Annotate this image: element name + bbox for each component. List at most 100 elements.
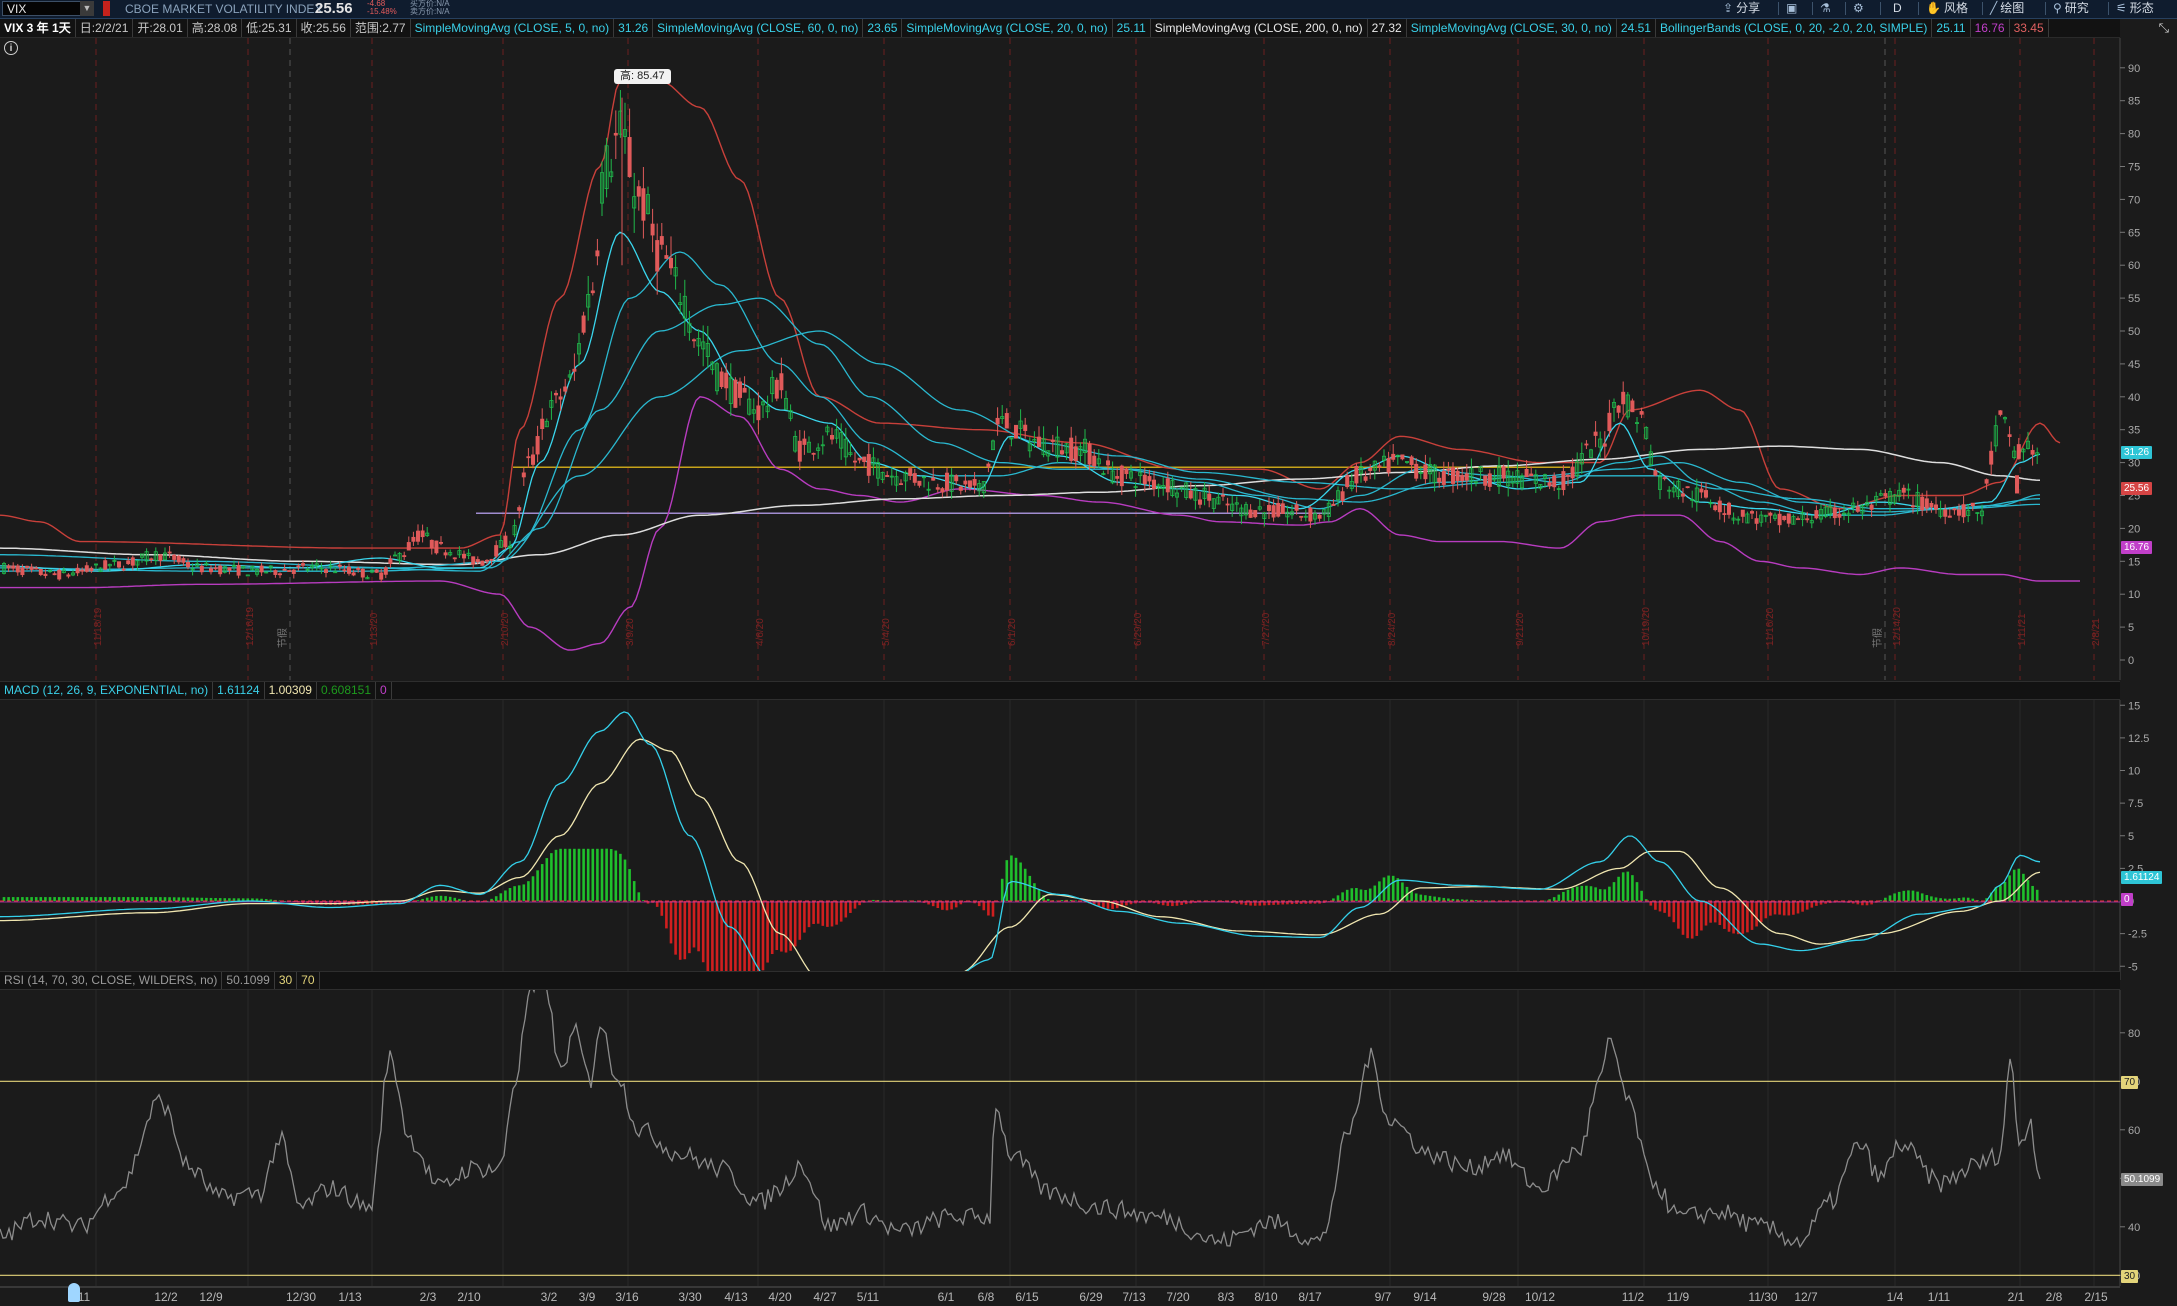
- candle-body: [811, 452, 816, 455]
- study-rsi[interactable]: RSI (14, 70, 30, CLOSE, WILDERS, no): [0, 972, 223, 989]
- macd-histogram-bar: [826, 901, 829, 927]
- macd-histogram-bar: [683, 901, 687, 960]
- symbol-dropdown-icon[interactable]: ▼: [80, 1, 94, 16]
- style-button[interactable]: ✋ 风格: [1926, 1, 1968, 16]
- macd-histogram-bar: [623, 859, 627, 901]
- macd-histogram-bar: [186, 897, 190, 901]
- macd-histogram-bar: [2012, 869, 2016, 901]
- candle-body: [627, 137, 632, 178]
- macd-histogram-bar: [614, 850, 618, 901]
- candle-body: [1267, 505, 1272, 511]
- macd-histogram-bar: [1621, 872, 1625, 901]
- macd-histogram-bar: [991, 901, 995, 917]
- macd-histogram-bar: [1897, 891, 1901, 901]
- macd-histogram-bar: [1364, 889, 1367, 901]
- drawing-d-button[interactable]: D: [1893, 1, 1902, 16]
- study-bollinger[interactable]: BollingerBands (CLOSE, 0, 20, -2.0, 2.0,…: [1656, 19, 1933, 37]
- candle-body: [20, 567, 25, 576]
- macd-histogram-bar: [1474, 900, 1478, 901]
- candle-body: [738, 381, 743, 398]
- flask-button[interactable]: ⚗: [1820, 1, 1834, 16]
- xaxis-label: 11/9: [1667, 1290, 1690, 1304]
- candle-body: [388, 558, 393, 564]
- macd-histogram-bar: [1378, 881, 1381, 901]
- share-button[interactable]: ⇪ 分享: [1723, 1, 1760, 16]
- price-tick-label: 30: [2128, 458, 2140, 470]
- macd-tick-label: -5: [2128, 961, 2138, 973]
- macd-histogram-bar: [191, 897, 194, 901]
- candle-body: [641, 188, 646, 221]
- macd-histogram-bar: [1704, 901, 1708, 926]
- symbol-color-tag[interactable]: [103, 1, 110, 16]
- layout-button[interactable]: ▣: [1786, 1, 1800, 16]
- candle-body: [912, 473, 917, 483]
- macd-histogram-bar: [674, 901, 677, 955]
- study-button[interactable]: ⚲ 研究: [2053, 1, 2089, 16]
- macd-histogram-bar: [1608, 886, 1611, 901]
- macd-histogram-bar: [48, 897, 52, 901]
- macd-histogram-bar: [1368, 888, 1372, 901]
- candle-body: [218, 565, 223, 575]
- xaxis-label: 12/30: [286, 1290, 316, 1304]
- legend-period[interactable]: VIX 3 年 1天: [0, 19, 76, 37]
- macd-histogram-bar: [724, 901, 728, 980]
- pattern-icon: ⚟: [2116, 1, 2127, 15]
- candle-body: [908, 468, 913, 476]
- study-sma5[interactable]: SimpleMovingAvg (CLOSE, 5, 0, no): [411, 19, 615, 37]
- rsi-chart[interactable]: 807060504030: [0, 990, 2177, 1286]
- candle-body: [1106, 460, 1111, 466]
- macd-histogram-bar: [1999, 885, 2002, 901]
- candle-body: [1037, 436, 1042, 448]
- macd-histogram-bar: [1617, 876, 1620, 901]
- candle-body: [346, 566, 351, 574]
- study-sma60[interactable]: SimpleMovingAvg (CLOSE, 60, 0, no): [653, 19, 864, 37]
- xaxis-label: 2/10: [457, 1290, 481, 1304]
- candle-body: [199, 565, 204, 573]
- macd-histogram-bar: [688, 901, 691, 954]
- candle-body: [972, 478, 977, 486]
- macd-chart[interactable]: 1512.5107.552.50-2.5-5: [0, 700, 2177, 980]
- price-chart[interactable]: 11/18/19 12/16/19 1/13/20 2/10/20 3/9/20 4/6/…: [0, 38, 2177, 680]
- symbol-input[interactable]: VIX: [2, 1, 92, 16]
- study-sma200[interactable]: SimpleMovingAvg (CLOSE, 200, 0, no): [1151, 19, 1368, 37]
- macd-zero-tag: 0: [2121, 893, 2133, 906]
- xaxis-label: 12/2: [154, 1290, 178, 1304]
- study-sma30[interactable]: SimpleMovingAvg (CLOSE, 30, 0, no): [1407, 19, 1617, 37]
- xaxis-label: 4/27: [813, 1290, 837, 1304]
- macd-histogram-bar: [706, 901, 710, 972]
- draw-button[interactable]: ╱ 绘图: [1990, 1, 2024, 16]
- candle-body: [1198, 499, 1203, 505]
- xaxis-label: 4/20: [768, 1290, 792, 1304]
- macd-histogram-bar: [550, 853, 553, 901]
- macd-histogram-bar: [591, 848, 595, 901]
- macd-histogram-bar: [816, 901, 820, 924]
- settings-button[interactable]: ⚙: [1853, 1, 1867, 16]
- candle-body: [1869, 504, 1874, 510]
- macd-histogram-bar: [527, 881, 530, 901]
- candle-body: [945, 472, 950, 491]
- macd-histogram-bar: [1925, 895, 1929, 901]
- candle-body: [1451, 467, 1456, 484]
- month-marker-label: 9/21/20: [1515, 612, 1526, 646]
- candle-body: [236, 564, 241, 576]
- macd-histogram-bar: [494, 896, 498, 901]
- time-axis[interactable]: 11 12/2 12/9 12/30 1/13 2/3 2/10 3/2 3/9 3/16 3/30…: [0, 1286, 2177, 1306]
- month-marker-label: 12/16/19: [245, 607, 256, 646]
- candle-body: [1699, 488, 1704, 493]
- candle-body: [1460, 475, 1465, 482]
- scroll-handle[interactable]: [68, 1283, 80, 1302]
- candle-body: [1253, 510, 1258, 518]
- info-icon[interactable]: i: [4, 41, 18, 55]
- macd-histogram-bar: [2017, 868, 2021, 901]
- pattern-button[interactable]: ⚟ 形态: [2116, 1, 2154, 16]
- candle-body: [1929, 502, 1934, 508]
- xaxis-label: 9/28: [1482, 1290, 1506, 1304]
- candle-body: [471, 556, 476, 565]
- macd-histogram-bar: [214, 898, 217, 901]
- candle-body: [84, 565, 89, 572]
- study-sma20[interactable]: SimpleMovingAvg (CLOSE, 20, 0, no): [902, 19, 1113, 37]
- macd-histogram-bar: [1010, 855, 1013, 901]
- collapse-icon[interactable]: ⤡: [2159, 20, 2169, 36]
- macd-histogram-bar: [1746, 901, 1749, 933]
- study-macd[interactable]: MACD (12, 26, 9, EXPONENTIAL, no): [0, 682, 214, 699]
